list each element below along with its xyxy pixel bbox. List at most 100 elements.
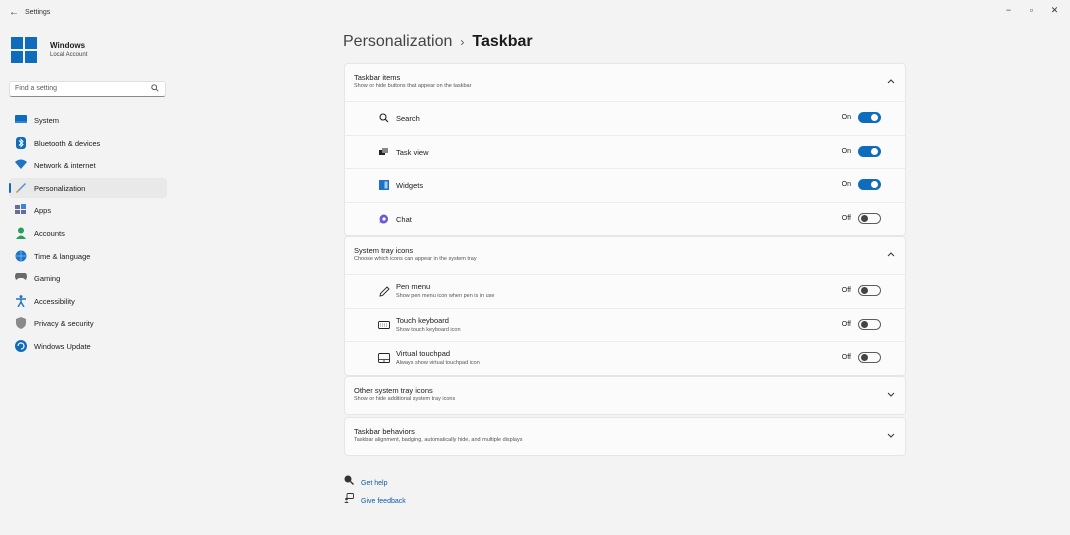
section-title: Taskbar behaviors [354,427,415,436]
system-tray-section: System tray icons Choose which icons can… [344,236,906,376]
setting-row-touch-keyboard: Touch keyboard Show touch keyboard icon … [345,307,905,342]
toggle-state: Off [841,214,851,222]
get-help-label: Get help [361,480,388,487]
search-icon [378,113,390,125]
sidebar-nav: System Bluetooth & devices Network & int… [9,110,167,359]
taskbar-behaviors-header[interactable]: Taskbar behaviors Taskbar alignment, bad… [345,418,905,455]
breadcrumb-separator: › [460,35,465,49]
chevron-up-icon[interactable] [887,77,895,86]
sidebar-item-label: Gaming [34,274,61,284]
sidebar-item-label: Privacy & security [34,319,94,329]
setting-label: Search [396,114,420,123]
sidebar-item-accessibility[interactable]: Accessibility [9,291,167,311]
sidebar-item-label: Apps [34,206,52,216]
feedback-icon [344,493,356,505]
toggle-state: Off [841,320,851,328]
sidebar-item-label: Accessibility [34,296,75,306]
setting-label: Pen menu [396,282,431,291]
pen-icon [378,286,390,298]
virtual-touchpad-toggle[interactable] [858,352,881,363]
setting-row-widgets: Widgets On [345,168,905,202]
setting-row-chat: Chat Off [345,201,905,236]
task-view-icon [378,147,390,159]
toggle-state: On [841,147,851,155]
setting-label: Touch keyboard [396,315,449,325]
person-icon [15,227,27,239]
shield-icon [15,317,27,330]
setting-row-search: Search On [345,101,905,135]
widgets-toggle[interactable] [858,179,881,190]
window-controls: − ▫ ✕ [997,3,1066,17]
gamepad-icon [15,272,27,284]
chevron-up-icon[interactable] [887,250,895,259]
sidebar-item-label: System [34,116,60,125]
minimize-icon[interactable]: − [997,3,1020,17]
section-title: System tray icons [354,246,414,255]
toggle-state: Off [841,354,851,361]
other-tray-section[interactable]: Other system tray icons Show or hide add… [344,376,906,415]
account-type: Local Account [50,52,88,58]
chevron-down-icon[interactable] [887,390,895,399]
breadcrumb-parent[interactable]: Personalization [343,33,452,50]
touch-keyboard-toggle[interactable] [858,318,881,330]
sidebar-item-apps[interactable]: Apps [9,200,167,220]
system-tray-header[interactable]: System tray icons Choose which icons can… [345,237,905,274]
give-feedback-link[interactable]: Give feedback [344,493,406,505]
globe-clock-icon [15,250,27,262]
other-tray-header[interactable]: Other system tray icons Show or hide add… [345,377,905,414]
setting-label: Virtual touchpad [396,349,451,358]
sidebar-item-label: Personalization [34,183,86,193]
wifi-icon [15,159,27,171]
update-icon [15,339,27,352]
accessibility-icon [15,294,27,308]
setting-description: Show touch keyboard icon [396,326,461,333]
sidebar-item-label: Time & language [34,251,91,261]
sidebar-item-privacy[interactable]: Privacy & security [9,313,167,333]
chevron-down-icon[interactable] [887,431,895,440]
window-title: Settings [25,9,51,16]
setting-description: Show pen menu icon when pen is in use [396,293,495,299]
sidebar-item-accounts[interactable]: Accounts [9,223,167,243]
setting-row-task-view: Task view On [345,134,905,169]
section-subtitle: Taskbar alignment, badging, automaticall… [354,437,523,443]
setting-row-virtual-touchpad: Virtual touchpad Always show virtual tou… [345,341,905,375]
sidebar-item-label: Windows Update [34,341,91,351]
active-indicator [9,182,11,193]
widgets-icon [378,180,390,192]
bluetooth-icon [15,136,27,149]
give-feedback-label: Give feedback [361,498,406,505]
chat-icon [378,214,390,226]
sidebar-item-personalization[interactable]: Personalization [9,177,167,198]
maximize-icon[interactable]: ▫ [1020,3,1043,17]
sidebar-item-time-language[interactable]: Time & language [9,246,167,266]
sidebar-item-bluetooth[interactable]: Bluetooth & devices [9,133,167,153]
task-view-toggle[interactable] [858,145,881,157]
pen-menu-toggle[interactable] [858,285,881,296]
get-help-link[interactable]: Get help [344,475,387,487]
account-name: Windows [50,41,86,50]
keyboard-icon [378,320,390,332]
search-input[interactable]: Find a setting [9,81,166,97]
chat-toggle[interactable] [858,212,881,224]
section-title: Taskbar items [354,73,401,82]
sidebar-item-network[interactable]: Network & internet [9,155,167,175]
section-subtitle: Show or hide buttons that appear on the … [354,83,472,89]
sidebar-item-system[interactable]: System [9,110,167,130]
account-card[interactable]: Windows Local Account [10,36,170,64]
windows-logo-avatar [10,36,38,64]
sidebar-item-windows-update[interactable]: Windows Update [9,336,167,356]
taskbar-items-section: Taskbar items Show or hide buttons that … [344,63,906,236]
taskbar-items-header[interactable]: Taskbar items Show or hide buttons that … [345,64,905,101]
close-icon[interactable]: ✕ [1043,3,1066,17]
search-icon [151,84,159,94]
taskbar-behaviors-section[interactable]: Taskbar behaviors Taskbar alignment, bad… [344,417,906,456]
sidebar-item-gaming[interactable]: Gaming [9,268,167,288]
back-arrow-icon[interactable]: ← [9,7,19,18]
sidebar-item-label: Network & internet [34,161,96,171]
search-toggle[interactable] [858,112,881,123]
section-title: Other system tray icons [354,386,433,395]
brush-icon [15,182,27,194]
toggle-state: Off [841,287,851,294]
section-subtitle: Show or hide additional system tray icon… [354,396,456,402]
section-subtitle: Choose which icons can appear in the sys… [354,256,477,262]
